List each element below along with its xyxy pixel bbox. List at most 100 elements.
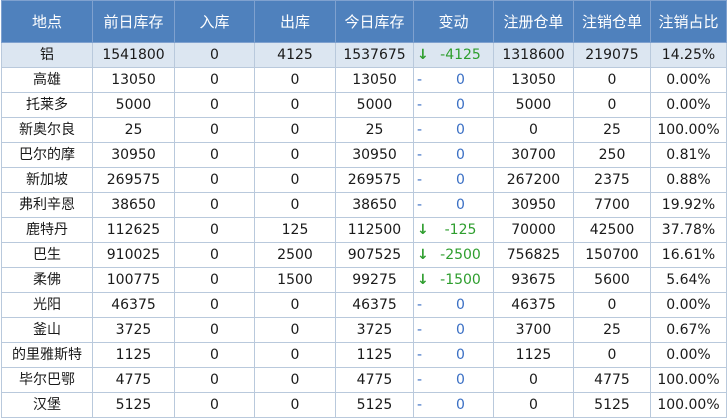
dash-icon: - [417, 397, 423, 413]
cell-in: 0 [174, 67, 255, 93]
table-row: 的里雅斯特 1125 0 0 1125-0 1125 0 0.00% [1, 342, 727, 368]
cell-today-stock: 112500 [335, 217, 414, 243]
cell-location: 汉堡 [1, 392, 93, 418]
cell-cancelled: 25 [573, 317, 651, 343]
cell-registered: 3700 [493, 317, 574, 343]
cell-change: -0 [413, 392, 494, 418]
cell-prev-stock: 4775 [92, 367, 175, 393]
cell-today-stock: 4775 [335, 367, 414, 393]
cell-prev-stock: 13050 [92, 67, 175, 93]
cell-in: 0 [174, 142, 255, 168]
cell-location: 高雄 [1, 67, 93, 93]
cell-cancel-ratio: 0.81% [650, 142, 727, 168]
dash-icon: - [417, 347, 423, 363]
cell-today-stock: 907525 [335, 242, 414, 268]
cell-out: 1500 [254, 267, 336, 293]
change-value: -4125 [440, 47, 481, 63]
table-body: 铝 1541800 0 4125 1537675 ↓ -4125 1318600 219075 1… [1, 42, 727, 418]
cell-out: 0 [254, 117, 336, 143]
cell-cancel-ratio: 100.00% [650, 392, 727, 418]
down-arrow-icon: ↓ [417, 222, 429, 238]
table-row: 弗利辛恩 38650 0 0 38650-0 30950 7700 19.92% [1, 192, 727, 218]
cell-cancelled: 0 [573, 67, 651, 93]
cell-cancel-ratio: 0.00% [650, 342, 727, 368]
cell-registered: 0 [493, 367, 574, 393]
cell-location: 毕尔巴鄂 [1, 367, 93, 393]
cell-prev-stock: 1125 [92, 342, 175, 368]
cell-cancelled: 5600 [573, 267, 651, 293]
cell-out: 0 [254, 192, 336, 218]
inventory-table-view: 地点 前日库存 入库 出库 今日库存 变动 注册仓单 注销仓单 注销占比 铝 1541800 0 41… [0, 0, 728, 419]
cell-change: -0 [413, 317, 494, 343]
table-row: 鹿特丹 112625 0 125 112500 ↓ -125 70000 42500 37.78% [1, 217, 727, 243]
table-row: 巴生 910025 0 2500 907525 ↓ -2500 756825 150700 16.… [1, 242, 727, 268]
cell-change: ↓ -4125 [413, 42, 494, 68]
cell-in: 0 [174, 292, 255, 318]
cell-in: 0 [174, 117, 255, 143]
cell-location: 鹿特丹 [1, 217, 93, 243]
dash-icon: - [417, 122, 423, 138]
cell-in: 0 [174, 267, 255, 293]
cell-prev-stock: 910025 [92, 242, 175, 268]
cell-change: -0 [413, 192, 494, 218]
cell-registered: 267200 [493, 167, 574, 193]
cell-location: 铝 [1, 42, 93, 68]
cell-cancelled: 250 [573, 142, 651, 168]
change-value: -125 [444, 222, 477, 238]
cell-today-stock: 5000 [335, 92, 414, 118]
cell-registered: 30700 [493, 142, 574, 168]
change-value: 0 [456, 197, 465, 213]
cell-location: 巴尔的摩 [1, 142, 93, 168]
table-row: 巴尔的摩 30950 0 0 30950-0 30700 250 0.81% [1, 142, 727, 168]
change-value: -2500 [440, 247, 481, 263]
column-header-out: 出库 [254, 0, 336, 43]
table-row: 铝 1541800 0 4125 1537675 ↓ -4125 1318600 219075 1… [1, 42, 727, 68]
cell-cancelled: 5125 [573, 392, 651, 418]
cell-location: 釜山 [1, 317, 93, 343]
cell-cancel-ratio: 5.64% [650, 267, 727, 293]
cell-change: -0 [413, 167, 494, 193]
cell-today-stock: 3725 [335, 317, 414, 343]
cell-out: 0 [254, 392, 336, 418]
cell-change: -0 [413, 67, 494, 93]
cell-registered: 70000 [493, 217, 574, 243]
dash-icon: - [417, 97, 423, 113]
cell-cancel-ratio: 19.92% [650, 192, 727, 218]
cell-today-stock: 25 [335, 117, 414, 143]
cell-cancel-ratio: 100.00% [650, 367, 727, 393]
cell-cancelled: 2375 [573, 167, 651, 193]
column-header-registered: 注册仓单 [493, 0, 574, 43]
cell-change: ↓ -125 [413, 217, 494, 243]
column-header-cancelled: 注销仓单 [573, 0, 651, 43]
cell-cancel-ratio: 16.61% [650, 242, 727, 268]
cell-location: 的里雅斯特 [1, 342, 93, 368]
cell-registered: 756825 [493, 242, 574, 268]
change-value: 0 [456, 147, 465, 163]
cell-cancelled: 0 [573, 342, 651, 368]
cell-today-stock: 269575 [335, 167, 414, 193]
dash-icon: - [417, 172, 423, 188]
cell-today-stock: 1537675 [335, 42, 414, 68]
cell-out: 4125 [254, 42, 336, 68]
cell-change: ↓ -2500 [413, 242, 494, 268]
dash-icon: - [417, 322, 423, 338]
cell-cancelled: 219075 [573, 42, 651, 68]
cell-prev-stock: 30950 [92, 142, 175, 168]
cell-out: 0 [254, 67, 336, 93]
cell-change: -0 [413, 292, 494, 318]
cell-registered: 93675 [493, 267, 574, 293]
cell-cancelled: 7700 [573, 192, 651, 218]
cell-location: 托莱多 [1, 92, 93, 118]
cell-in: 0 [174, 342, 255, 368]
cell-change: -0 [413, 142, 494, 168]
cell-cancel-ratio: 100.00% [650, 117, 727, 143]
cell-prev-stock: 25 [92, 117, 175, 143]
cell-in: 0 [174, 367, 255, 393]
cell-cancel-ratio: 0.67% [650, 317, 727, 343]
inventory-table: 地点 前日库存 入库 出库 今日库存 变动 注册仓单 注销仓单 注销占比 铝 1541800 0 41… [1, 0, 727, 418]
cell-prev-stock: 269575 [92, 167, 175, 193]
down-arrow-icon: ↓ [417, 47, 429, 63]
cell-in: 0 [174, 167, 255, 193]
cell-location: 新加坡 [1, 167, 93, 193]
change-value: 0 [456, 322, 465, 338]
